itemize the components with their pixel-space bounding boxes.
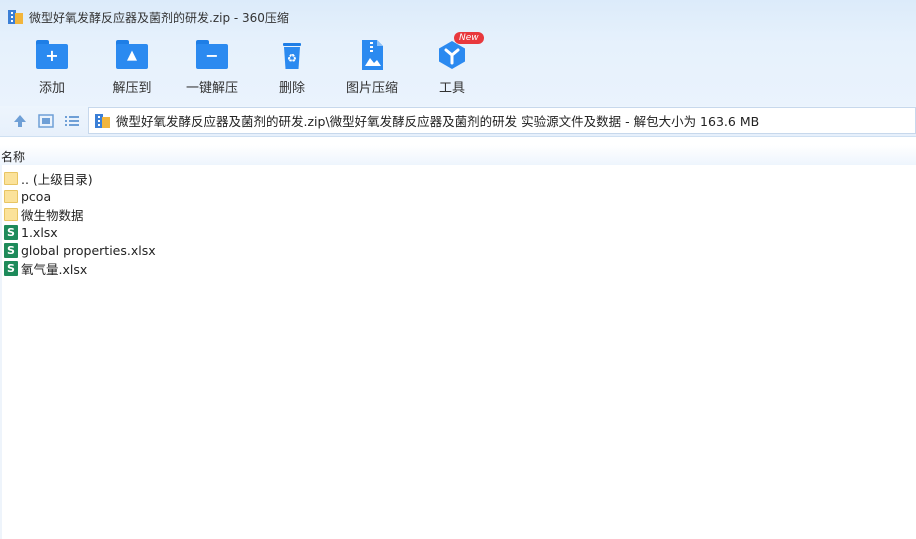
list-item-parent-folder[interactable]: .. (上级目录) xyxy=(0,169,916,187)
add-button[interactable]: + 添加 xyxy=(12,36,92,98)
extract-to-icon: ▲ xyxy=(116,40,148,70)
file-name: global properties.xlsx xyxy=(21,242,156,258)
spreadsheet-icon: S xyxy=(4,242,18,258)
title-toolbar-area: 微型好氧发酵反应器及菌剂的研发.zip - 360压缩 + 添加 ▲ 解压到 −… xyxy=(0,0,916,108)
file-name: .. (上级目录) xyxy=(21,171,93,187)
file-name: 微生物数据 xyxy=(21,207,84,223)
extract-to-label: 解压到 xyxy=(112,81,152,96)
spreadsheet-icon: S xyxy=(4,260,18,276)
file-name: 氧气量.xlsx xyxy=(21,261,88,277)
window-title-bar: 微型好氧发酵反应器及菌剂的研发.zip - 360压缩 xyxy=(8,8,289,26)
up-arrow-icon[interactable] xyxy=(12,113,28,129)
folder-icon xyxy=(4,171,18,185)
navigation-bar: 微型好氧发酵反应器及菌剂的研发.zip\微型好氧发酵反应器及菌剂的研发 实验源文… xyxy=(0,106,916,137)
tools-icon xyxy=(439,41,465,69)
delete-label: 删除 xyxy=(278,81,305,96)
list-item-folder[interactable]: pcoa xyxy=(0,187,916,205)
new-badge: New xyxy=(454,32,484,44)
list-view-icon[interactable] xyxy=(64,113,80,129)
list-item-folder[interactable]: 微生物数据 xyxy=(0,205,916,223)
extract-to-button[interactable]: ▲ 解压到 xyxy=(92,36,172,98)
add-icon: + xyxy=(36,40,68,70)
svg-text:♻: ♻ xyxy=(287,52,297,65)
window-title: 微型好氧发酵反应器及菌剂的研发.zip - 360压缩 xyxy=(29,10,289,25)
zip-archive-icon xyxy=(95,113,110,128)
folder-icon xyxy=(4,207,18,221)
add-label: 添加 xyxy=(38,81,65,96)
tools-button[interactable]: New 工具 xyxy=(412,32,492,98)
list-item-file[interactable]: S global properties.xlsx xyxy=(0,241,916,259)
image-compress-button[interactable]: 图片压缩 xyxy=(332,36,412,98)
column-name-label: 名称 xyxy=(1,150,26,164)
one-click-extract-icon: − xyxy=(196,40,228,70)
address-bar[interactable]: 微型好氧发酵反应器及菌剂的研发.zip\微型好氧发酵反应器及菌剂的研发 实验源文… xyxy=(88,107,916,134)
thumbnail-view-icon[interactable] xyxy=(38,113,54,129)
list-item-file[interactable]: S 1.xlsx xyxy=(0,223,916,241)
address-path: 微型好氧发酵反应器及菌剂的研发.zip\微型好氧发酵反应器及菌剂的研发 实验源文… xyxy=(116,114,760,129)
one-click-extract-button[interactable]: − 一键解压 xyxy=(172,36,252,98)
image-compress-icon xyxy=(362,40,383,70)
list-item-file[interactable]: S 氧气量.xlsx xyxy=(0,259,916,277)
delete-button[interactable]: ♻ 删除 xyxy=(252,36,332,98)
zip-archive-icon xyxy=(8,10,23,24)
column-header-name[interactable]: 名称 xyxy=(0,145,916,165)
file-list: .. (上级目录) pcoa 微生物数据 S 1.xlsx S global p… xyxy=(0,169,916,277)
file-name: 1.xlsx xyxy=(21,224,58,240)
one-click-extract-label: 一键解压 xyxy=(185,81,238,96)
tools-label: 工具 xyxy=(438,81,465,96)
file-name: pcoa xyxy=(21,188,52,204)
image-compress-label: 图片压缩 xyxy=(345,81,398,96)
recycle-bin-icon: ♻ xyxy=(283,43,301,69)
folder-icon xyxy=(4,189,18,203)
spreadsheet-icon: S xyxy=(4,224,18,240)
